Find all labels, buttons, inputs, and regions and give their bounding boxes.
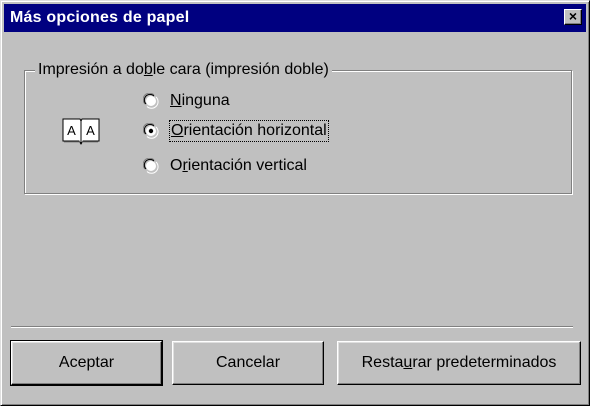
title-bar[interactable]: Más opciones de papel × [4,4,586,32]
radio-option-horizontal[interactable]: Orientación horizontal [143,120,383,143]
close-icon: × [568,8,578,24]
cancel-button[interactable]: Cancelar [172,341,324,385]
radio-option-ninguna[interactable]: Ninguna [143,91,343,113]
svg-text:A: A [67,123,76,138]
close-button[interactable]: × [564,9,582,25]
radio-button-icon[interactable] [143,158,159,174]
radio-label-horizontal[interactable]: Orientación horizontal [169,120,329,142]
radio-label-ninguna[interactable]: Ninguna [170,91,230,111]
radio-label-vertical[interactable]: Orientación vertical [170,156,307,176]
svg-text:A: A [86,123,95,138]
dialog-window: Más opciones de papel × Impresión a dobl… [0,0,590,406]
duplex-book-icon: A A [62,118,100,145]
restore-defaults-button[interactable]: Restaurar predeterminados [337,341,581,385]
ok-button[interactable]: Aceptar [10,340,163,386]
duplex-groupbox: Impresión a doble cara (impresión doble)… [24,60,572,194]
radio-button-icon[interactable] [143,93,159,109]
duplex-group-label: Impresión a doble cara (impresión doble) [35,60,332,80]
radio-button-selected-icon[interactable] [143,123,159,139]
separator-line [11,326,573,328]
dialog-title: Más opciones de papel [10,9,190,26]
radio-option-vertical[interactable]: Orientación vertical [143,156,373,178]
